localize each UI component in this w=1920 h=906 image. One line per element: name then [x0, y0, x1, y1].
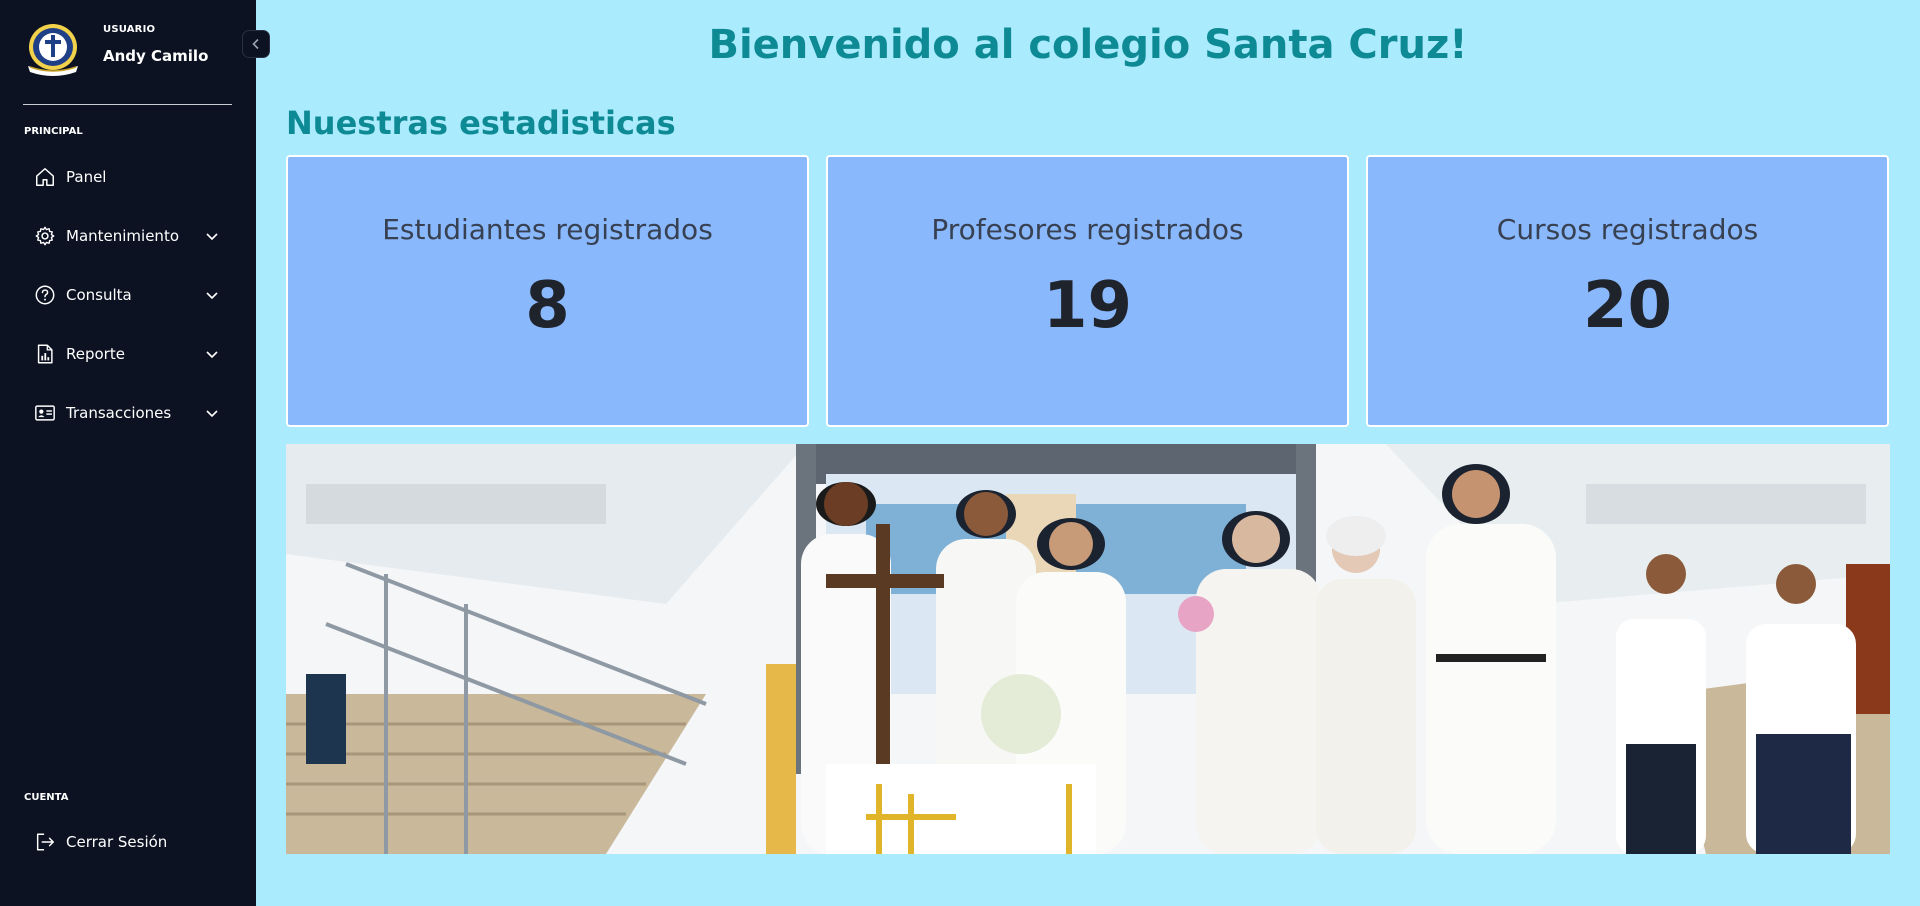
stat-card-students: Estudiantes registrados 8: [286, 155, 809, 427]
chevron-left-icon: [252, 38, 259, 50]
sidebar-item-panel[interactable]: Panel: [24, 155, 232, 199]
stat-label: Cursos registrados: [1496, 213, 1759, 246]
stat-card-courses: Cursos registrados 20: [1366, 155, 1889, 427]
sidebar-item-label: Reporte: [66, 345, 125, 363]
school-logo: [28, 24, 78, 76]
report-icon: [37, 344, 53, 364]
stat-card-teachers: Profesores registrados 19: [826, 155, 1349, 427]
sidebar: USUARIO Andy Camilo PRINCIPAL Panel Mant…: [0, 0, 256, 906]
stat-value: 20: [1582, 269, 1673, 343]
section-label-principal: PRINCIPAL: [24, 126, 83, 137]
sidebar-item-label: Mantenimiento: [66, 227, 179, 245]
home-icon: [36, 168, 54, 186]
sidebar-item-mantenimiento[interactable]: Mantenimiento: [24, 214, 232, 258]
sidebar-divider: [23, 104, 232, 105]
logout-button[interactable]: Cerrar Sesión: [24, 820, 232, 864]
stat-label: Profesores registrados: [931, 213, 1244, 246]
stats-title: Nuestras estadisticas: [286, 104, 676, 142]
gear-icon: [35, 226, 55, 246]
sidebar-item-label: Panel: [66, 168, 107, 186]
id-card-icon: [35, 405, 55, 421]
user-role-label: USUARIO: [103, 24, 156, 35]
help-circle-icon: [35, 285, 55, 305]
logout-icon: [36, 833, 54, 851]
sidebar-item-transacciones[interactable]: Transacciones: [24, 391, 232, 435]
user-profile: USUARIO Andy Camilo: [24, 22, 244, 78]
stat-value: 8: [525, 269, 570, 343]
logout-label: Cerrar Sesión: [66, 833, 168, 851]
sidebar-item-reporte[interactable]: Reporte: [24, 332, 232, 376]
chevron-down-icon: [206, 292, 218, 300]
chevron-down-icon: [206, 351, 218, 359]
stat-value: 19: [1042, 269, 1133, 343]
chevron-down-icon: [206, 410, 218, 418]
sidebar-item-label: Transacciones: [66, 404, 172, 422]
sidebar-item-consulta[interactable]: Consulta: [24, 273, 232, 317]
school-photo-banner: [286, 444, 1890, 854]
sidebar-item-label: Consulta: [66, 286, 132, 304]
section-label-cuenta: CUENTA: [24, 792, 69, 803]
page-title: Bienvenido al colegio Santa Cruz!: [708, 22, 1468, 68]
chevron-down-icon: [206, 233, 218, 241]
stat-label: Estudiantes registrados: [382, 213, 713, 246]
user-name: Andy Camilo: [103, 47, 209, 65]
collapse-sidebar-button[interactable]: [242, 30, 270, 58]
